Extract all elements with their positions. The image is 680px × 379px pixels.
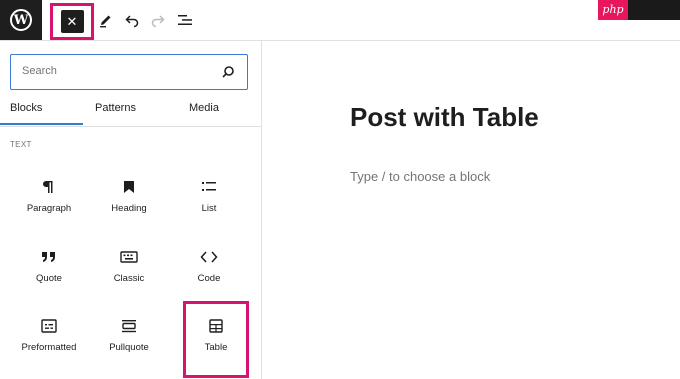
search-placeholder: Search xyxy=(22,65,57,77)
block-label: Paragraph xyxy=(26,203,72,214)
search-input[interactable]: Search xyxy=(10,54,248,90)
block-label: Code xyxy=(197,273,221,284)
wordpress-icon: W xyxy=(10,9,32,31)
active-tab-indicator xyxy=(0,123,83,125)
block-paragraph[interactable]: Paragraph xyxy=(10,176,88,236)
list-icon xyxy=(202,182,216,191)
undo-button[interactable] xyxy=(120,8,144,32)
block-classic[interactable]: Classic xyxy=(90,246,168,306)
document-overview-icon xyxy=(178,15,192,25)
inserter-tabs: Blocks Patterns Media xyxy=(0,98,261,127)
block-label: Preformatted xyxy=(21,342,77,353)
preformatted-icon xyxy=(41,319,57,333)
block-label: List xyxy=(201,203,217,214)
block-preformatted[interactable]: Preformatted xyxy=(10,315,88,375)
top-toolbar: W ✕ php xyxy=(0,0,680,41)
block-list[interactable]: List xyxy=(170,176,248,236)
tab-media[interactable]: Media xyxy=(189,102,219,114)
block-quote[interactable]: Quote xyxy=(10,246,88,306)
table-highlight xyxy=(183,301,249,378)
section-title-text: TEXT xyxy=(10,140,32,149)
post-title[interactable]: Post with Table xyxy=(350,102,539,133)
bookmark-icon xyxy=(124,181,134,193)
pencil-icon xyxy=(100,15,111,28)
php-watermark: php xyxy=(598,0,680,20)
close-highlight: ✕ xyxy=(50,3,94,40)
search-icon xyxy=(222,66,234,78)
block-label: Quote xyxy=(36,273,62,284)
document-overview-button[interactable] xyxy=(173,8,197,32)
tab-patterns[interactable]: Patterns xyxy=(95,102,136,114)
code-icon xyxy=(200,251,218,263)
block-label: Classic xyxy=(113,273,145,284)
pullquote-icon xyxy=(122,320,136,333)
tools-button[interactable] xyxy=(94,8,118,32)
block-code[interactable]: Code xyxy=(170,246,248,306)
tab-blocks[interactable]: Blocks xyxy=(10,102,42,114)
close-inserter-button[interactable]: ✕ xyxy=(60,10,84,33)
block-label: Heading xyxy=(111,203,147,214)
block-label: Pullquote xyxy=(109,342,149,353)
close-icon: ✕ xyxy=(66,13,78,29)
redo-icon xyxy=(151,15,165,28)
block-placeholder[interactable]: Type / to choose a block xyxy=(350,169,490,184)
quote-icon xyxy=(42,252,55,262)
php-watermark-text: php xyxy=(598,0,628,20)
redo-button[interactable] xyxy=(146,8,170,32)
wordpress-logo-button[interactable]: W xyxy=(0,0,42,40)
keyboard-icon xyxy=(120,251,138,263)
undo-icon xyxy=(125,15,139,28)
paragraph-icon xyxy=(43,181,53,193)
block-heading[interactable]: Heading xyxy=(90,176,168,236)
block-pullquote[interactable]: Pullquote xyxy=(90,315,168,375)
